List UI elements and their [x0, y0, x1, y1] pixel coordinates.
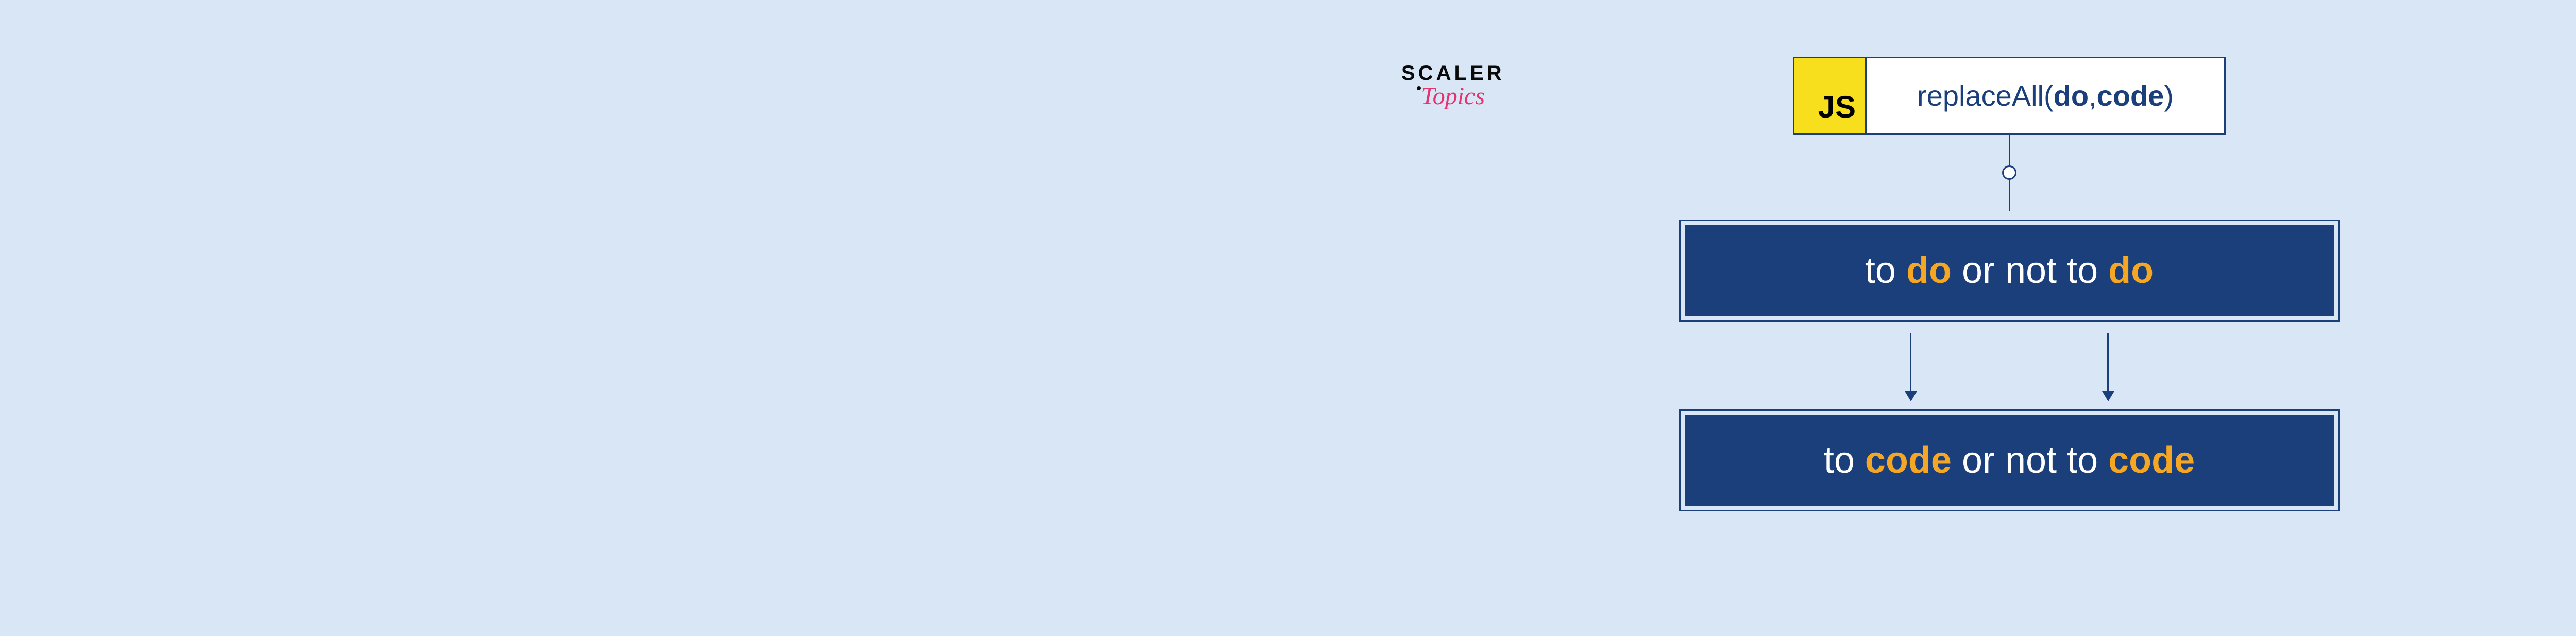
js-icon: JS: [1794, 58, 1867, 133]
output-text-part: to: [1824, 440, 1865, 481]
func-arg2: code: [2097, 79, 2164, 112]
input-string-box: to do or not to do: [1685, 225, 2334, 316]
input-text-part: to: [1865, 250, 1906, 291]
input-text-mid: or not to: [1952, 250, 2108, 291]
output-highlight-1: code: [1865, 440, 1952, 481]
logo-sub-text: Topics: [1421, 82, 1485, 110]
connector-line: [2009, 180, 2010, 211]
output-text-mid: or not to: [1952, 440, 2108, 481]
func-sep: ,: [2089, 79, 2097, 112]
transform-arrows: [1680, 326, 2339, 400]
output-string-box: to code or not to code: [1685, 415, 2334, 506]
input-highlight-2: do: [2108, 250, 2154, 291]
func-arg1: do: [2054, 79, 2089, 112]
connector-node-icon: [2002, 165, 2016, 180]
func-name: replaceAll: [1917, 79, 2044, 112]
replaceall-diagram: JS replaceAll(do , code) to do or not to…: [1680, 57, 2339, 506]
paren-open: (: [2044, 79, 2054, 112]
output-highlight-2: code: [2108, 440, 2195, 481]
scaler-logo: SCALER Topics: [1401, 62, 1504, 110]
connector-line: [2009, 135, 2010, 165]
paren-close: ): [2164, 79, 2174, 112]
function-call-box: JS replaceAll(do , code): [1793, 57, 2226, 135]
function-signature: replaceAll(do , code): [1867, 58, 2224, 133]
arrow-down-icon: [1910, 333, 1911, 400]
arrow-down-icon: [2107, 333, 2109, 400]
input-highlight-1: do: [1906, 250, 1952, 291]
